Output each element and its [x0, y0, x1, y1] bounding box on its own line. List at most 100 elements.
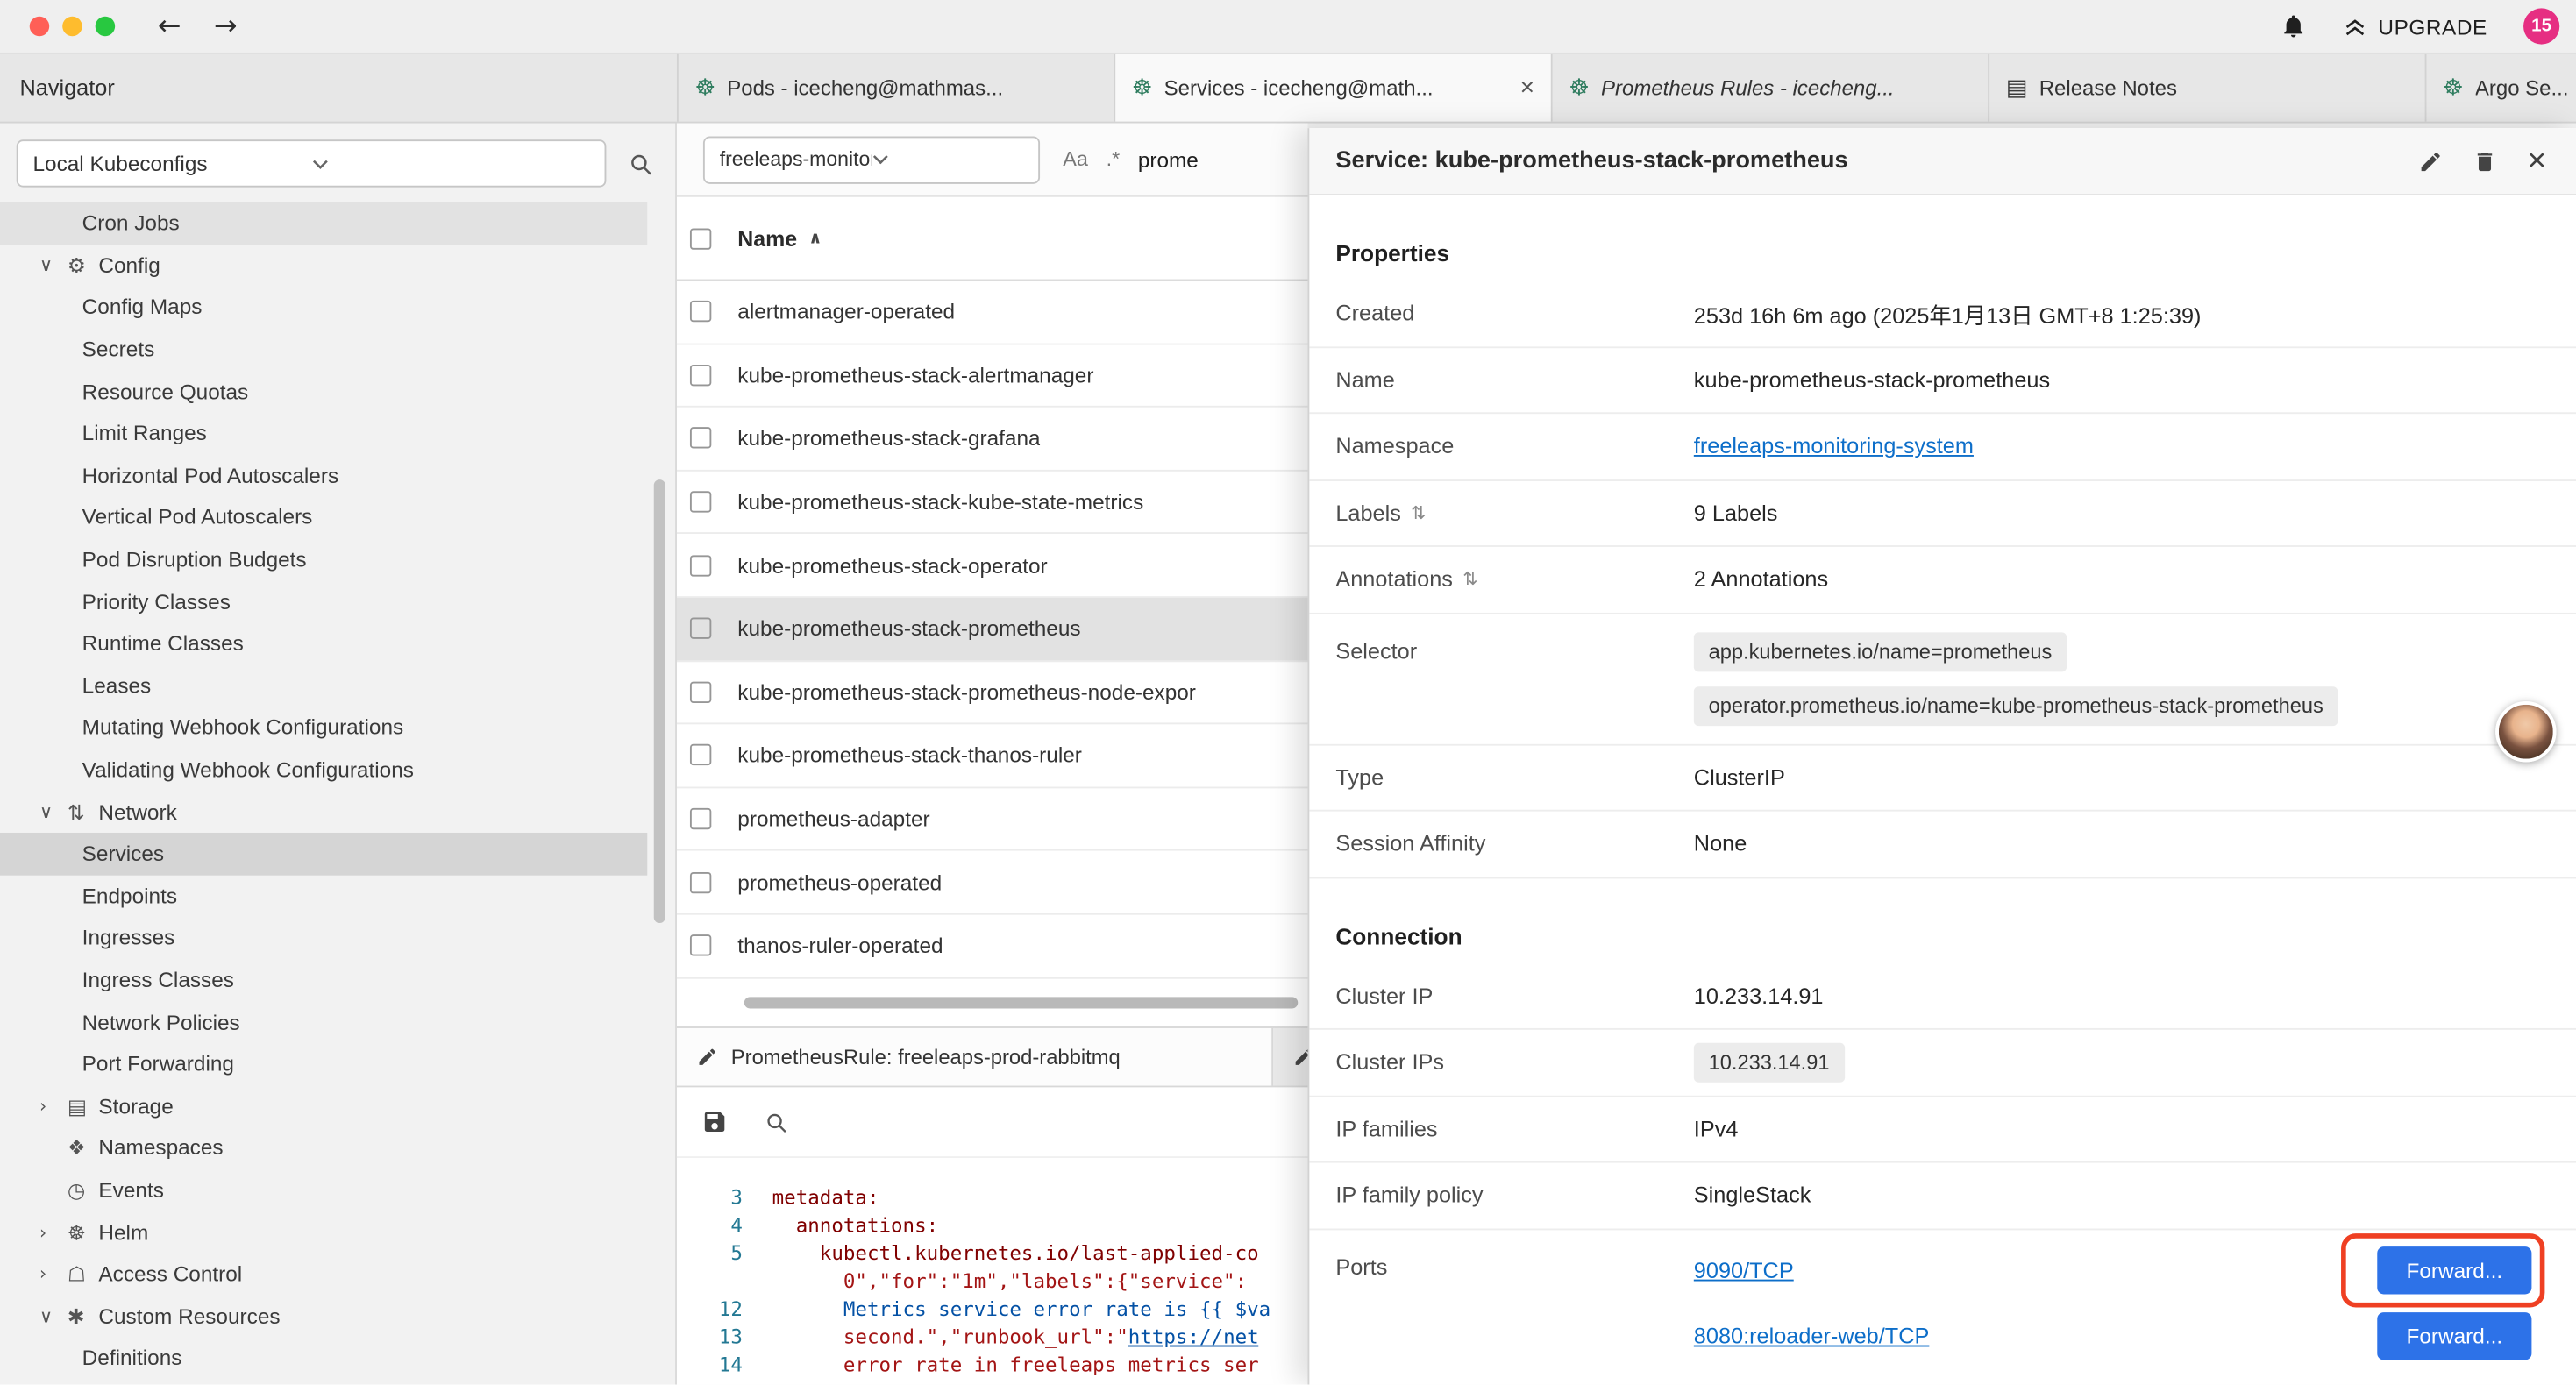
tab-pods[interactable]: ☸Pods - icecheng@mathmas... [679, 54, 1115, 122]
sidebar-item-label: Config Maps [82, 295, 203, 319]
tab-prometheus-rules[interactable]: ☸Prometheus Rules - icecheng... [1553, 54, 1989, 122]
sidebar-item-label: Mutating Webhook Configurations [82, 715, 404, 740]
navigator-sidebar: Local Kubeconfigs Cron Jobs∨⚙Config Confi… [0, 124, 677, 1385]
code-text: error rate in freeleaps metrics ser [772, 1352, 1259, 1380]
value-text: IPv4 [1694, 1117, 1739, 1141]
forward-button[interactable]: Forward... [2377, 1246, 2531, 1293]
edit-icon[interactable] [2419, 149, 2444, 174]
row-checkbox[interactable] [690, 618, 711, 639]
sidebar-item-runtime-classes[interactable]: Runtime Classes [0, 622, 647, 664]
sidebar-scrollbar[interactable] [654, 479, 665, 923]
tab-argo[interactable]: ☸Argo Se... [2426, 54, 2576, 122]
row-checkbox[interactable] [690, 745, 711, 766]
sidebar-item-access-control[interactable]: ›☖Access Control [0, 1253, 647, 1295]
port-link[interactable]: 9090/TCP [1694, 1257, 1794, 1282]
tab-release-notes[interactable]: ▤Release Notes [1989, 54, 2426, 122]
horizontal-scrollbar[interactable] [677, 995, 1308, 1010]
sidebar-item-ingresses[interactable]: Ingresses [0, 917, 647, 959]
line-number [677, 1268, 743, 1296]
sidebar-item-validating-webhook-configurations[interactable]: Validating Webhook Configurations [0, 749, 647, 791]
table-row[interactable]: kube-prometheus-stack-alertmanager [677, 344, 1308, 408]
sidebar-item-namespaces[interactable]: ❖Namespaces [0, 1126, 647, 1168]
row-checkbox[interactable] [690, 681, 711, 702]
sidebar-item-pod-disruption-budgets[interactable]: Pod Disruption Budgets [0, 538, 647, 580]
sidebar-item-events[interactable]: ◷Events [0, 1168, 647, 1211]
table-row[interactable]: prometheus-adapter [677, 788, 1308, 851]
dock-tab-prometheusrule[interactable]: PrometheusRule: freeleaps-prod-rabbitmq [677, 1028, 1273, 1086]
select-all-checkbox[interactable] [690, 228, 711, 249]
minimize-window-button[interactable] [62, 17, 82, 36]
table-row[interactable]: kube-prometheus-stack-prometheus-node-ex… [677, 661, 1308, 724]
sidebar-item-mutating-webhook-configurations[interactable]: Mutating Webhook Configurations [0, 707, 647, 749]
row-checkbox[interactable] [690, 935, 711, 956]
forward-button[interactable]: Forward... [2377, 1311, 2531, 1359]
port-link[interactable]: 8080:reloader-web/TCP [1694, 1323, 1930, 1347]
regex-toggle[interactable]: .* [1107, 148, 1121, 171]
maximize-window-button[interactable] [96, 17, 115, 36]
sidebar-item-helm[interactable]: ›☸Helm [0, 1211, 647, 1253]
close-tab-icon[interactable]: × [1517, 74, 1534, 102]
sidebar-item-services[interactable]: Services [0, 833, 647, 875]
sidebar-item-custom-resources[interactable]: ∨✱Custom Resources [0, 1295, 647, 1337]
table-row[interactable]: kube-prometheus-stack-thanos-ruler [677, 725, 1308, 788]
sidebar-item-horizontal-pod-autoscalers[interactable]: Horizontal Pod Autoscalers [0, 454, 647, 496]
table-row[interactable]: thanos-ruler-operated [677, 915, 1308, 978]
sidebar-item-storage[interactable]: ›▤Storage [0, 1085, 647, 1127]
row-checkbox[interactable] [690, 428, 711, 449]
row-checkbox[interactable] [690, 365, 711, 386]
sort-toggle-icon[interactable]: ⇅ [1462, 569, 1477, 590]
search-icon[interactable] [619, 150, 662, 176]
namespace-filter-dropdown[interactable]: freeleaps-monitoring-system [703, 136, 1040, 183]
sidebar-item-endpoints[interactable]: Endpoints [0, 875, 647, 917]
code-line: 12 Metrics service error rate is {{ $va [677, 1296, 1308, 1324]
back-icon[interactable]: ← [158, 10, 181, 42]
user-avatar[interactable] [2495, 701, 2556, 762]
sidebar-item-leases[interactable]: Leases [0, 664, 647, 707]
namespace-link[interactable]: freeleaps-monitoring-system [1694, 434, 1974, 458]
close-icon[interactable]: × [2527, 145, 2546, 177]
sidebar-item-ingress-classes[interactable]: Ingress Classes [0, 959, 647, 1001]
horizontal-scrollbar-thumb[interactable] [744, 997, 1298, 1008]
row-checkbox[interactable] [690, 555, 711, 576]
search-query[interactable]: prome [1138, 147, 1199, 172]
sidebar-item-config-maps[interactable]: Config Maps [0, 286, 647, 328]
sidebar-item-config[interactable]: ∨⚙Config [0, 244, 647, 286]
name-column-header[interactable]: Name [737, 226, 797, 251]
delete-icon[interactable] [2473, 149, 2498, 174]
sidebar-item-cron-jobs[interactable]: Cron Jobs [0, 202, 647, 244]
row-checkbox[interactable] [690, 808, 711, 829]
sort-toggle-icon[interactable]: ⇅ [1411, 502, 1426, 523]
sidebar-item-network[interactable]: ∨⇅Network [0, 791, 647, 833]
sidebar-item-network-policies[interactable]: Network Policies [0, 1001, 647, 1043]
close-window-button[interactable] [30, 17, 49, 36]
upgrade-button[interactable]: UPGRADE [2342, 14, 2487, 39]
row-checkbox[interactable] [690, 871, 711, 892]
sidebar-item-limit-ranges[interactable]: Limit Ranges [0, 412, 647, 454]
sidebar-item-secrets[interactable]: Secrets [0, 328, 647, 370]
notification-count-badge[interactable]: 15 [2523, 8, 2559, 44]
sidebar-item-priority-classes[interactable]: Priority Classes [0, 580, 647, 622]
notifications-bell-icon[interactable] [2280, 13, 2306, 39]
forward-icon[interactable]: → [214, 10, 238, 42]
sidebar-item-resource-quotas[interactable]: Resource Quotas [0, 370, 647, 412]
match-case-toggle[interactable]: Aa [1063, 148, 1088, 171]
sidebar-item-label: Events [98, 1177, 163, 1202]
sidebar-item-definitions[interactable]: Definitions [0, 1337, 647, 1379]
table-row[interactable]: prometheus-operated [677, 851, 1308, 914]
row-checkbox[interactable] [690, 491, 711, 512]
table-row[interactable]: kube-prometheus-stack-operator [677, 535, 1308, 598]
row-checkbox[interactable] [690, 301, 711, 322]
kubeconfig-selector[interactable]: Local Kubeconfigs [17, 139, 607, 187]
save-icon[interactable] [701, 1109, 728, 1135]
table-row[interactable]: alertmanager-operated [677, 281, 1308, 344]
table-row[interactable]: kube-prometheus-stack-grafana [677, 408, 1308, 471]
yaml-editor[interactable]: 3metadata:4 annotations:5 kubectl.kubern… [677, 1158, 1308, 1385]
sidebar-item-vertical-pod-autoscalers[interactable]: Vertical Pod Autoscalers [0, 496, 647, 538]
dock-tab-partial[interactable] [1273, 1028, 1313, 1086]
sidebar-item-port-forwarding[interactable]: Port Forwarding [0, 1043, 647, 1085]
tab-services[interactable]: ☸Services - icecheng@math...× [1115, 54, 1552, 122]
table-row[interactable]: kube-prometheus-stack-kube-state-metrics [677, 471, 1308, 534]
sidebar-item-label: Leases [82, 673, 152, 698]
table-row[interactable]: kube-prometheus-stack-prometheus [677, 598, 1308, 661]
search-icon[interactable] [764, 1110, 788, 1134]
